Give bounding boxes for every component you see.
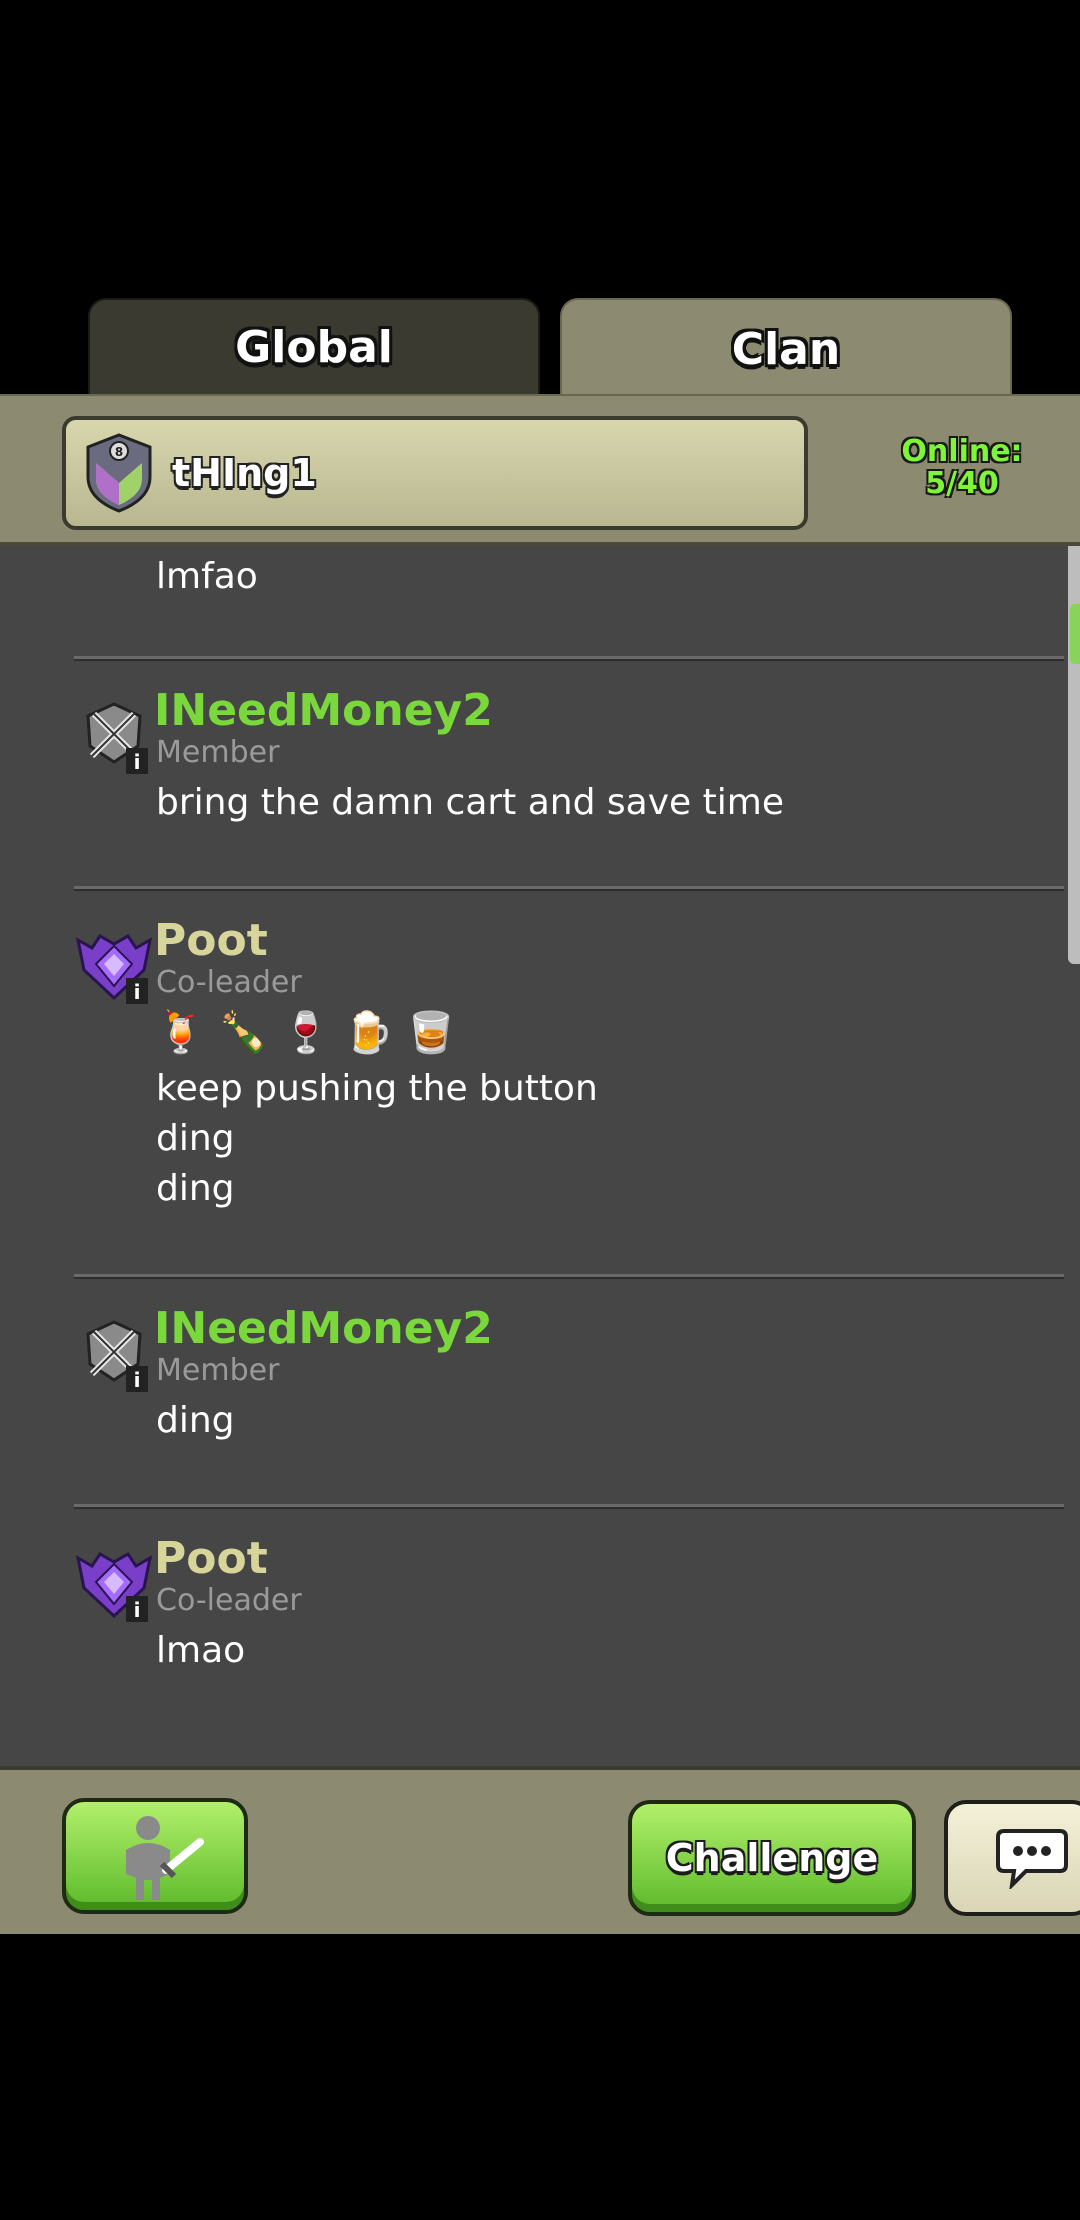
message-line: ding — [156, 1118, 235, 1159]
tab-global[interactable]: Global — [88, 298, 540, 394]
clan-info-button[interactable]: 8 tHIng1 — [62, 416, 808, 530]
message-line: ding — [156, 1400, 235, 1441]
username[interactable]: Poot — [154, 1534, 268, 1584]
message-line: lmfao — [156, 556, 258, 597]
divider — [74, 1504, 1064, 1509]
chat-scrollbar-thumb[interactable] — [1070, 604, 1080, 664]
divider — [74, 886, 1064, 891]
svg-text:i: i — [134, 980, 141, 1004]
clan-badge-icon: 8 — [86, 433, 152, 513]
emoji-line: 🍹 🍾 🍷 🍺 🥃 — [156, 1010, 456, 1056]
username[interactable]: Poot — [154, 916, 268, 966]
online-count: Online: 5/40 — [874, 436, 1050, 500]
svg-text:i: i — [134, 1368, 141, 1392]
online-value: 5/40 — [925, 466, 999, 501]
message-line: keep pushing the button — [156, 1068, 598, 1109]
request-troops-button[interactable] — [62, 1798, 248, 1914]
message-line: lmao — [156, 1630, 246, 1671]
divider — [74, 1274, 1064, 1279]
svg-text:i: i — [134, 1598, 141, 1622]
message-line: ding — [156, 1168, 235, 1209]
chat-list[interactable]: lmfao i INeedMoney2 Member bring the dam… — [0, 546, 1080, 1766]
challenge-button[interactable]: Challenge — [628, 1800, 916, 1916]
speech-bubble-icon — [996, 1829, 1068, 1889]
warrior-sword-icon — [126, 1816, 204, 1900]
divider — [74, 656, 1064, 661]
clan-name: tHIng1 — [172, 451, 317, 495]
tab-clan[interactable]: Clan — [560, 298, 1012, 398]
chat-scrollbar[interactable] — [1068, 546, 1080, 964]
user-role: Member — [156, 735, 280, 770]
chat-toolbar: Challenge — [0, 1766, 1080, 1934]
send-message-button[interactable] — [944, 1800, 1080, 1916]
username[interactable]: INeedMoney2 — [154, 1304, 493, 1354]
user-role: Co-leader — [156, 1583, 302, 1618]
svg-text:i: i — [134, 750, 141, 774]
user-role: Member — [156, 1353, 280, 1388]
crossed-swords-icon[interactable]: i — [74, 1314, 154, 1394]
svg-text:8: 8 — [115, 445, 123, 459]
online-label: Online: — [901, 434, 1023, 469]
username[interactable]: INeedMoney2 — [154, 686, 493, 736]
purple-shield-icon[interactable]: i — [74, 926, 154, 1006]
purple-shield-icon[interactable]: i — [74, 1544, 154, 1624]
crossed-swords-icon[interactable]: i — [74, 696, 154, 776]
clan-header: 8 tHIng1 Online: 5/40 — [0, 394, 1080, 546]
message-line: bring the damn cart and save time — [156, 782, 784, 823]
user-role: Co-leader — [156, 965, 302, 1000]
chat-tabs: Global Clan — [0, 298, 1080, 398]
